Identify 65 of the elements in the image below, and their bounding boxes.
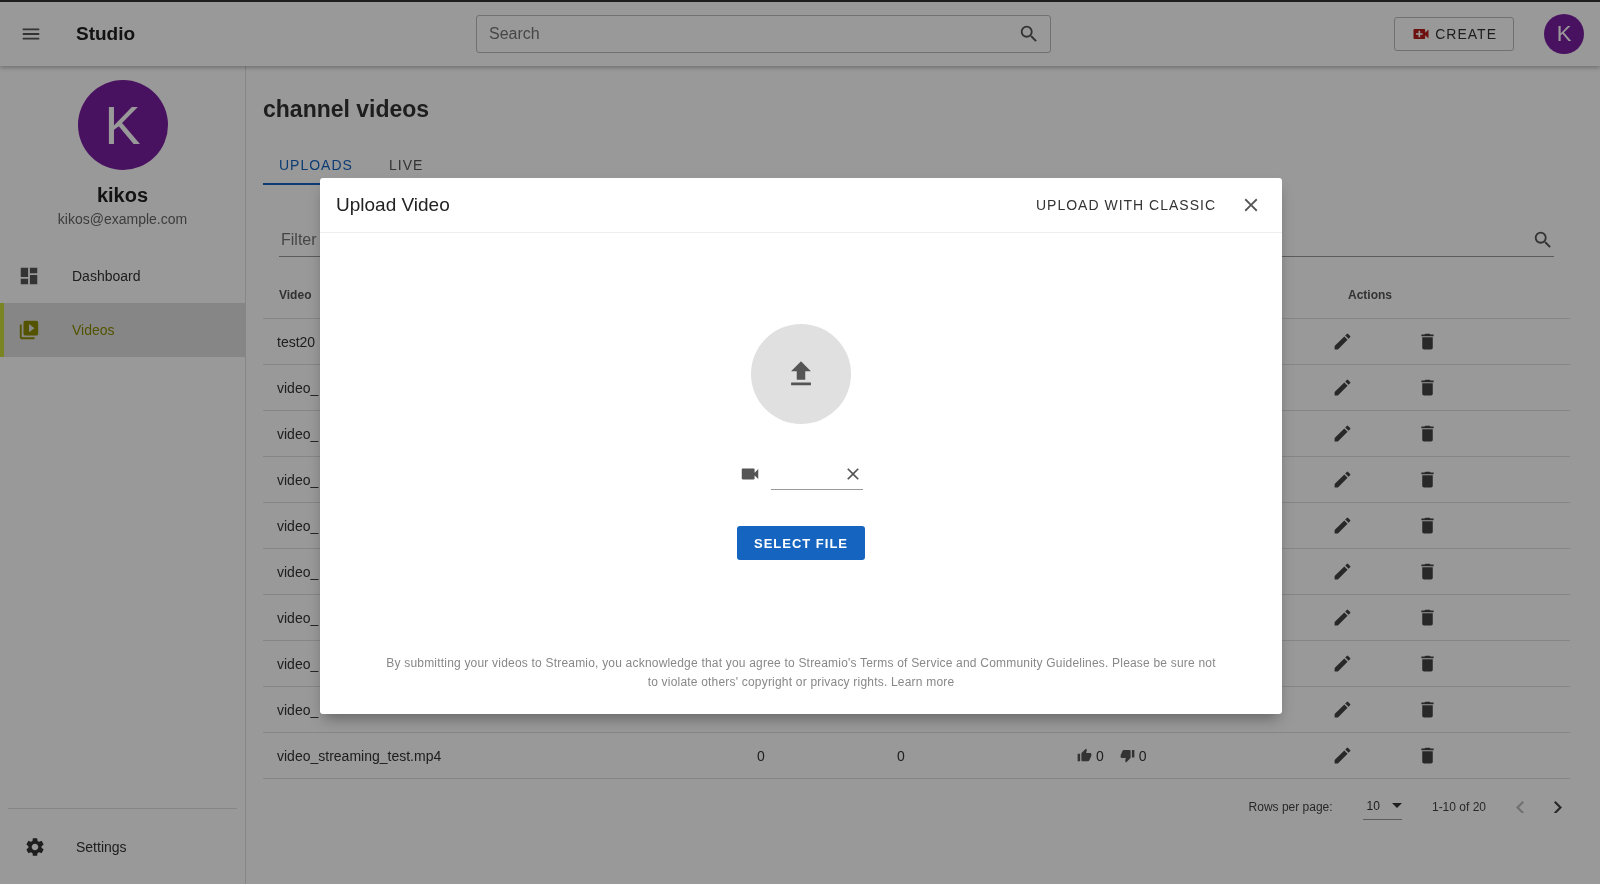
video-name-cell: video_ (277, 471, 319, 488)
upload-classic-button[interactable]: UPLOAD WITH CLASSIC (1029, 189, 1222, 221)
edit-button[interactable] (1332, 331, 1353, 352)
app-title: Studio (76, 23, 137, 45)
pencil-icon (1332, 377, 1353, 398)
dislike-count: 0 (1138, 747, 1147, 764)
select-file-button[interactable]: SELECT FILE (736, 526, 866, 560)
video-name-cell: video_ (277, 563, 319, 580)
pencil-icon (1332, 607, 1353, 628)
dashboard-icon (18, 265, 40, 287)
video-name-cell: video_ (277, 379, 319, 396)
edit-button[interactable] (1332, 423, 1353, 444)
edit-button[interactable] (1332, 607, 1353, 628)
pencil-icon (1332, 699, 1353, 720)
dropdown-icon (1391, 803, 1402, 808)
next-page-button[interactable] (1554, 800, 1562, 814)
edit-button[interactable] (1332, 515, 1353, 536)
edit-button[interactable] (1332, 377, 1353, 398)
tab[interactable]: LIVE (373, 157, 483, 185)
like-count: 0 (1096, 747, 1104, 764)
video-name-cell: video_streaming_test.mp4 (277, 747, 442, 764)
video-name-cell: video_ (277, 655, 319, 672)
video-name-cell: video_ (277, 701, 319, 718)
profile-avatar: K (77, 80, 168, 170)
pencil-icon (1332, 423, 1353, 444)
settings-icon (24, 835, 46, 858)
column-header: Actions (1348, 287, 1393, 302)
thumbs-up-icon (1077, 748, 1092, 763)
table-cell: 0 (757, 747, 765, 764)
create-button[interactable]: CREATE (1394, 17, 1514, 51)
edit-button[interactable] (1332, 745, 1353, 766)
column-header: Video (279, 287, 313, 302)
search-icon[interactable] (1018, 23, 1040, 45)
pencil-icon (1332, 469, 1353, 490)
video-name-cell: video_ (277, 609, 319, 626)
dialog-title: Upload Video (336, 194, 451, 216)
sidebar-item[interactable]: Dashboard (0, 249, 245, 303)
pencil-icon (1332, 331, 1353, 352)
page-title: channel videos (263, 96, 431, 123)
video-name-cell: test20 (277, 333, 316, 350)
thumbs-down-icon (1119, 748, 1135, 763)
edit-button[interactable] (1332, 699, 1353, 720)
profile-name: kikos (96, 184, 149, 207)
chevron-right-icon (1554, 800, 1562, 814)
page-range: 1-10 of 20 (1431, 800, 1486, 814)
table-cell: 0 (897, 747, 905, 764)
settings-link[interactable]: Settings (8, 835, 127, 858)
pencil-icon (1332, 653, 1353, 674)
rows-per-page-select[interactable]: 10 (1362, 794, 1402, 820)
edit-button[interactable] (1332, 469, 1353, 490)
edit-button[interactable] (1332, 653, 1353, 674)
learn-more-link[interactable]: Learn more (891, 675, 955, 689)
video-name-cell: video_ (277, 517, 319, 534)
disclaimer-text: By submitting your videos to Streamio, you acknowledge that you agree to Streamio's Terms of Service and Community Guidelines. Please be sure not to violate others' copyright or privacy rights. Learn more (385, 655, 1217, 691)
pencil-icon (1332, 561, 1353, 582)
video-library-icon (18, 319, 40, 341)
chevron-left-icon (1516, 800, 1524, 814)
pencil-icon (1332, 515, 1353, 536)
video-name-cell: video_ (277, 425, 319, 442)
filter-input[interactable]: Filter (279, 223, 1532, 256)
pencil-icon (1332, 745, 1353, 766)
user-avatar[interactable]: K (1544, 14, 1584, 54)
rows-per-page-label: Rows per page: (1248, 800, 1333, 814)
profile-email: kikos@example.com (57, 211, 188, 227)
edit-button[interactable] (1332, 561, 1353, 582)
